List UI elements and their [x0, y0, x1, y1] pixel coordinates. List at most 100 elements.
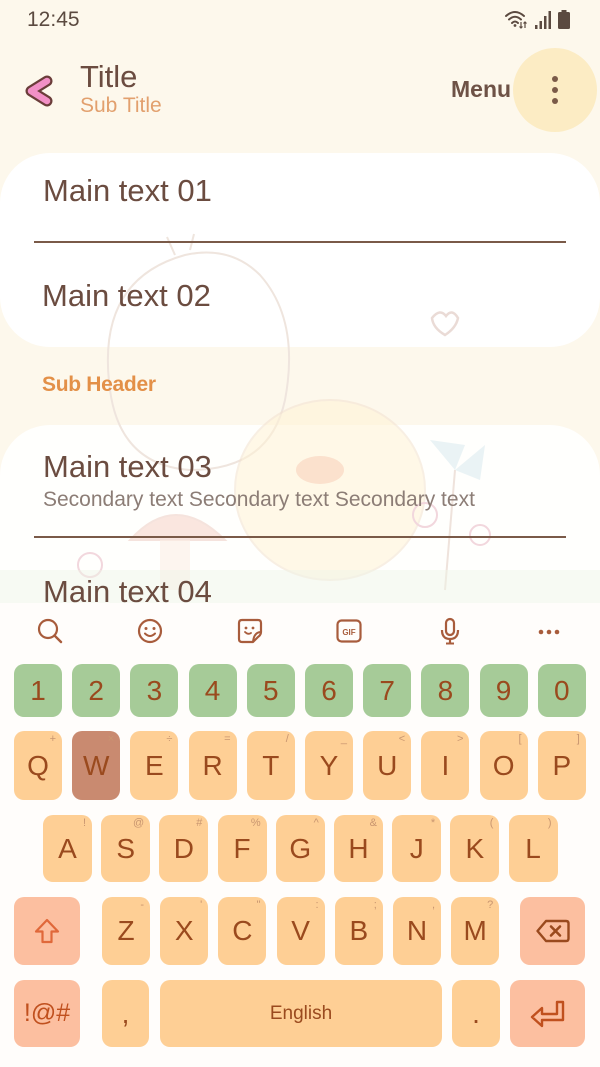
key-3[interactable]: 3 — [130, 664, 179, 717]
key-label: 6 — [321, 674, 337, 706]
key-g[interactable]: ^ G — [275, 815, 325, 882]
key-7[interactable]: 7 — [363, 664, 412, 717]
keyboard-sticker-button[interactable] — [230, 611, 270, 651]
key-label: V — [291, 915, 310, 946]
key-hint: @ — [133, 817, 145, 829]
key-label: 4 — [204, 674, 221, 706]
key-2[interactable]: 2 — [72, 664, 121, 717]
list-item-secondary-text: Secondary text Secondary text Secondary … — [43, 488, 475, 511]
key-label: C — [232, 915, 253, 946]
space-key-label: English — [269, 1003, 333, 1024]
key-label: O — [492, 749, 515, 781]
key-label: N — [406, 915, 428, 946]
key-p[interactable]: ] P — [537, 731, 586, 800]
key-d[interactable]: # D — [159, 815, 209, 882]
key-1[interactable]: 1 — [14, 664, 62, 717]
key-hint: - — [140, 899, 144, 911]
enter-key[interactable] — [510, 980, 585, 1047]
key-label: K — [465, 832, 485, 864]
key-label: 7 — [379, 674, 395, 706]
list-item-main-text: Main text 01 — [43, 173, 212, 208]
key-5[interactable]: 5 — [246, 664, 295, 717]
key-label: M — [463, 915, 487, 946]
key-a[interactable]: ! A — [43, 815, 92, 882]
symbols-key[interactable]: !@# — [14, 980, 80, 1047]
backspace-icon — [535, 919, 570, 943]
shift-key[interactable] — [14, 897, 80, 965]
menu-button[interactable]: Menu — [451, 76, 511, 103]
key-label: X — [174, 915, 194, 946]
comma-key[interactable]: , — [102, 980, 149, 1047]
key-6[interactable]: 6 — [305, 664, 353, 717]
list-item-main-text: Main text 02 — [42, 278, 211, 313]
key-n[interactable]: ,N — [393, 897, 441, 965]
key-label: Y — [319, 749, 339, 781]
key-v[interactable]: :V — [276, 897, 325, 965]
gif-icon: GIF — [336, 619, 362, 643]
key-hint: / — [285, 733, 289, 745]
key-label: E — [145, 749, 164, 781]
period-key[interactable]: . — [452, 980, 500, 1047]
space-key[interactable]: English — [160, 980, 442, 1047]
key-4[interactable]: 4 — [188, 664, 237, 717]
back-chevron-icon — [25, 75, 53, 107]
key-e[interactable]: ÷ E — [130, 731, 179, 800]
key-label: A — [58, 832, 77, 864]
list-item-1[interactable]: Main text 01 — [0, 153, 600, 242]
key-hint: ' — [200, 899, 203, 911]
key-i[interactable]: > I — [421, 731, 470, 800]
key-hint: # — [196, 817, 203, 829]
key-h[interactable]: & H — [334, 815, 383, 882]
key-m[interactable]: ? M — [451, 897, 500, 965]
search-icon — [37, 618, 63, 644]
list-item-4[interactable]: Main text 04 — [0, 538, 600, 609]
key-9[interactable]: 9 — [479, 664, 528, 717]
key-r[interactable]: = R — [188, 731, 237, 800]
key-hint: ^ — [313, 817, 319, 829]
sub-header: Sub Header — [42, 373, 156, 396]
key-s[interactable]: @ S — [101, 815, 151, 882]
key-k[interactable]: (K — [450, 815, 500, 882]
key-l[interactable]: ) L — [508, 815, 558, 882]
back-button[interactable] — [20, 72, 58, 110]
key-label: 2 — [88, 674, 104, 706]
keyboard-voice-button[interactable] — [430, 611, 470, 651]
list-item-3[interactable]: Main text 03 Secondary text Secondary te… — [0, 425, 600, 536]
key-x[interactable]: ' X — [160, 897, 209, 965]
keyboard-emoji-button[interactable] — [130, 611, 170, 651]
key-y[interactable]: _ Y — [305, 731, 353, 800]
key-label: P — [552, 749, 572, 781]
sticker-icon — [237, 618, 263, 644]
key-8[interactable]: 8 — [421, 664, 470, 717]
emoji-icon — [137, 618, 163, 644]
key-label: . — [472, 997, 480, 1029]
list-item-2[interactable]: Main text 02 — [0, 243, 600, 347]
status-time: 12:45 — [27, 8, 80, 31]
keyboard-gif-button[interactable]: GIF — [329, 611, 369, 651]
key-c[interactable]: " C — [218, 897, 267, 965]
key-o[interactable]: [O — [479, 731, 528, 800]
key-hint: , — [431, 899, 435, 911]
more-options-button[interactable] — [513, 48, 597, 132]
key-f[interactable]: % F — [217, 815, 267, 882]
keyboard-more-button[interactable] — [529, 611, 569, 651]
key-label: W — [82, 749, 110, 781]
key-b[interactable]: ; B — [334, 897, 383, 965]
key-label: G — [289, 832, 312, 864]
keyboard-search-button[interactable] — [30, 611, 70, 651]
key-label: 1 — [30, 674, 46, 706]
key-0[interactable]: 0 — [537, 664, 586, 717]
key-q[interactable]: + Q — [14, 731, 62, 800]
key-u[interactable]: < U — [363, 731, 412, 800]
key-label: !@# — [23, 999, 71, 1027]
backspace-key[interactable] — [520, 897, 585, 965]
key-t[interactable]: / T — [246, 731, 295, 800]
key-z[interactable]: -Z — [102, 897, 150, 965]
key-j[interactable]: * J — [392, 815, 442, 882]
more-vertical-icon — [552, 76, 558, 82]
key-label: , — [121, 997, 130, 1029]
key-w[interactable]: × W — [72, 731, 121, 800]
gif-icon-label: GIF — [342, 628, 355, 637]
key-label: I — [441, 749, 450, 781]
key-hint: + — [49, 733, 56, 745]
